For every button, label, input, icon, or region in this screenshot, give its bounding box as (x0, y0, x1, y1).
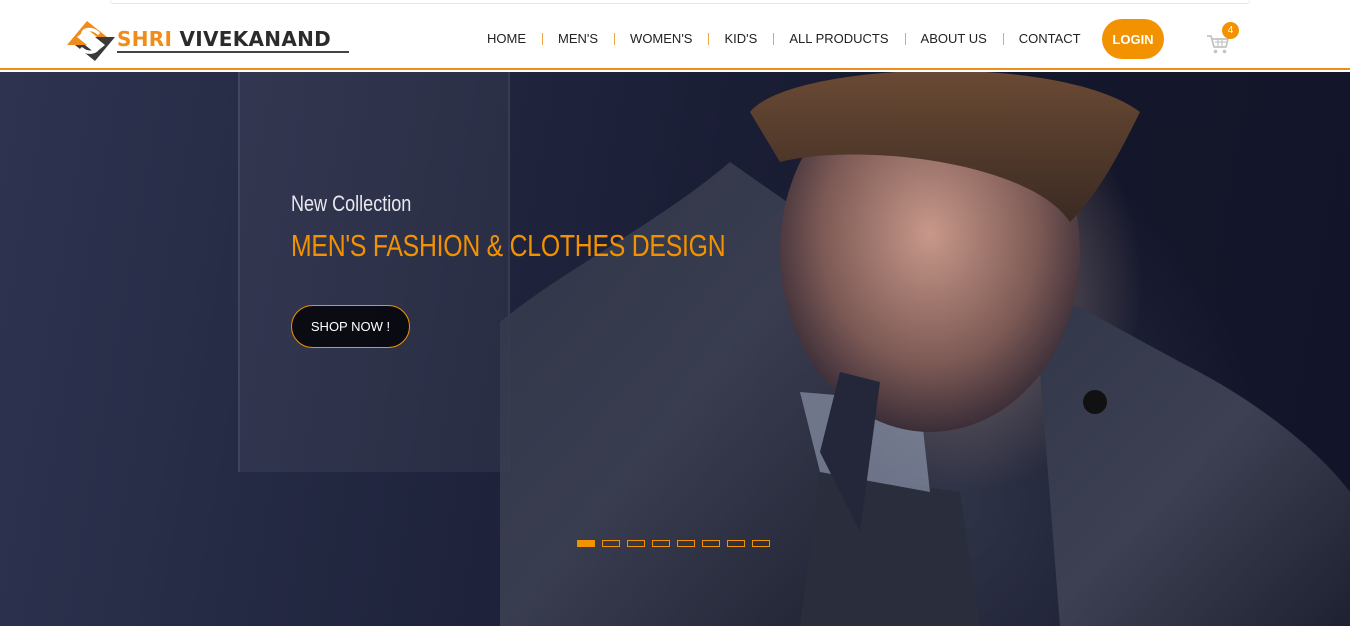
site-header: SHRI VIVEKANAND HOME MEN'S WOMEN'S KID'S… (0, 7, 1350, 70)
brand-logo[interactable]: SHRI VIVEKANAND (67, 19, 357, 61)
cart-button[interactable]: 4 (1206, 22, 1242, 57)
slider-dot-7[interactable] (727, 540, 745, 547)
main-nav: HOME MEN'S WOMEN'S KID'S ALL PRODUCTS AB… (471, 7, 1097, 70)
slider-dot-8[interactable] (752, 540, 770, 547)
nav-home[interactable]: HOME (471, 31, 542, 46)
shop-now-button[interactable]: SHOP NOW ! (291, 305, 410, 348)
nav-womens[interactable]: WOMEN'S (614, 31, 708, 46)
slider-dot-5[interactable] (677, 540, 695, 547)
logo-s-icon (67, 21, 115, 61)
slider-dot-1[interactable] (577, 540, 595, 547)
top-strip (0, 0, 1350, 7)
slider-pagination (577, 540, 777, 547)
brand-underline (117, 51, 349, 53)
hero-title: MEN'S FASHION & CLOTHES DESIGN (291, 228, 726, 263)
nav-all-products[interactable]: ALL PRODUCTS (773, 31, 904, 46)
slider-dot-6[interactable] (702, 540, 720, 547)
slider-dot-2[interactable] (602, 540, 620, 547)
brand-name: SHRI VIVEKANAND (117, 27, 331, 51)
nav-kids[interactable]: KID'S (708, 31, 773, 46)
cart-count-badge: 4 (1222, 22, 1239, 39)
brand-word-2: VIVEKANAND (179, 27, 332, 51)
nav-contact[interactable]: CONTACT (1002, 31, 1097, 46)
hero-backdrop-panel (238, 72, 510, 472)
slider-dot-3[interactable] (627, 540, 645, 547)
hero-subtitle: New Collection (291, 191, 412, 216)
nav-about-us[interactable]: ABOUT US (904, 31, 1003, 46)
login-button[interactable]: LOGIN (1102, 19, 1164, 59)
slider-dot-4[interactable] (652, 540, 670, 547)
brand-word-1: SHRI (117, 27, 173, 51)
hero-slider: New Collection MEN'S FASHION & CLOTHES D… (0, 72, 1350, 626)
browser-top-edge (110, 0, 1250, 4)
nav-mens[interactable]: MEN'S (542, 31, 614, 46)
